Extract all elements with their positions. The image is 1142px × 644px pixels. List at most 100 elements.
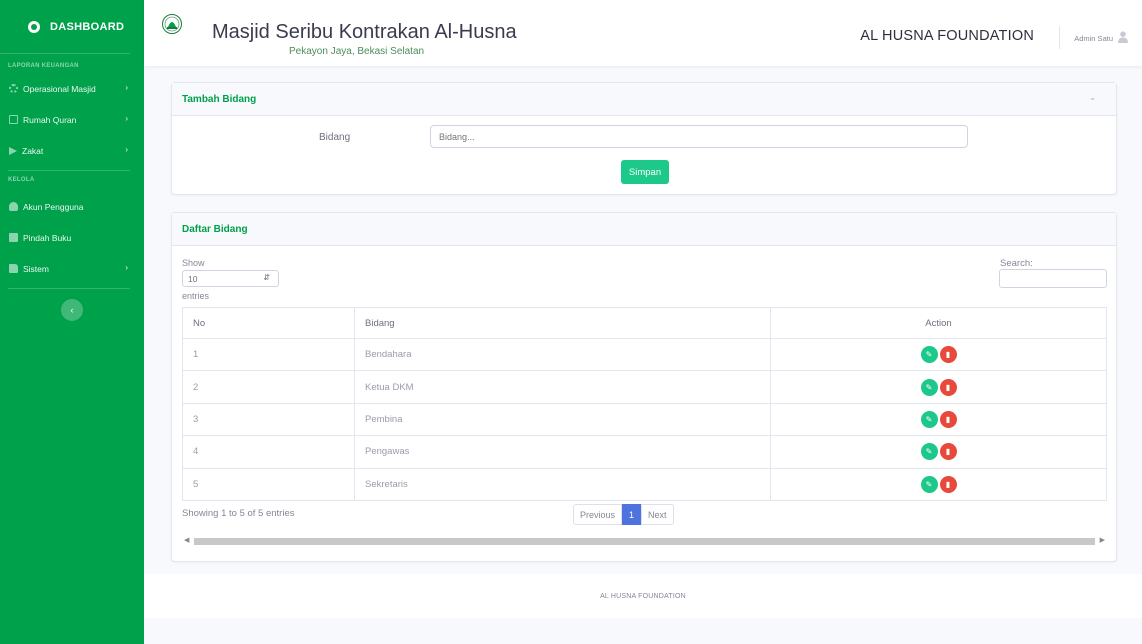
cell-bidang: Sekretaris [354,467,771,501]
column-header-bidang[interactable]: Bidang [354,307,771,339]
organization-name: AL HUSNA FOUNDATION [860,28,1034,44]
sidebar-item-label: Zakat [22,145,44,156]
cell-no: 2 [182,370,355,404]
table-row: 4 Pengawas ✎ ▮ [182,435,1107,469]
user-name[interactable]: Admin Satu [1074,34,1113,43]
sidebar-toggle-button[interactable]: ‹ [61,299,83,321]
table-row: 5 Sekretaris ✎ ▮ [182,467,1107,501]
gear-icon [9,84,18,93]
pagination-previous[interactable]: Previous [573,504,623,525]
card-title: Daftar Bidang [182,224,248,235]
sidebar-item-label: Akun Pengguna [23,201,84,212]
delete-button[interactable]: ▮ [939,475,957,493]
chevron-right-icon: › [125,263,128,272]
sidebar-divider [8,288,130,289]
pencil-icon: ✎ [925,382,933,392]
edit-button[interactable]: ✎ [920,443,938,461]
sidebar-divider [8,170,130,171]
cell-no: 5 [182,467,355,501]
table-row: 3 Pembina ✎ ▮ [182,402,1107,437]
dashboard-icon [28,20,40,33]
mosque-logo-icon [162,14,182,34]
bidang-input[interactable] [430,125,968,148]
page-title: Masjid Seribu Kontrakan Al-Husna [212,21,517,43]
trash-icon: ▮ [945,479,951,489]
delete-button[interactable]: ▮ [939,346,957,364]
footer: AL HUSNA FOUNDATION [144,574,1142,618]
sidebar-brand-label: DASHBOARD [50,20,125,33]
trash-icon: ▮ [945,382,951,392]
delete-button[interactable]: ▮ [939,378,957,396]
bidang-label: Bidang [319,132,351,143]
page-size-select[interactable]: 10 ⇵ [182,270,279,287]
chevron-right-icon: › [125,83,128,92]
delete-button[interactable]: ▮ [939,443,957,461]
user-avatar-icon[interactable] [1118,31,1128,43]
chevron-right-icon: › [125,145,128,154]
tambah-bidang-card: Tambah Bidang ⌄ Bidang Simpan [171,82,1117,195]
sidebar-item-pindah-buku[interactable]: Pindah Buku [0,222,144,253]
scroll-right-icon[interactable]: ▶ [1100,536,1105,544]
entries-label: entries [182,291,210,301]
sidebar-item-rumah-quran[interactable]: Rumah Quran › [0,104,144,135]
cell-no: 1 [182,337,355,372]
scrollbar-thumb[interactable] [194,538,1095,545]
page-subtitle: Pekayon Jaya, Bekasi Selatan [289,46,425,57]
cell-action: ✎ ▮ [770,467,1107,501]
edit-button[interactable]: ✎ [920,475,938,493]
sidebar-item-label: Rumah Quran [23,114,77,125]
page-size-value: 10 [188,274,198,284]
pagination-page-1[interactable]: 1 [622,504,642,525]
cell-bidang: Bendahara [354,337,771,372]
sidebar-item-sistem[interactable]: Sistem › [0,253,144,284]
select-arrow-icon: ⇵ [263,273,270,282]
sidebar-heading-kelola: KELOLA [8,177,35,183]
edit-button[interactable]: ✎ [920,410,938,428]
delete-button[interactable]: ▮ [939,410,957,428]
users-icon [9,202,18,211]
scroll-left-icon[interactable]: ◀ [184,536,189,544]
cell-no: 4 [182,435,355,469]
edit-button[interactable]: ✎ [920,378,938,396]
cell-no: 3 [182,402,355,437]
edit-button[interactable]: ✎ [920,346,938,364]
search-input[interactable] [999,269,1107,288]
pencil-icon: ✎ [925,350,933,360]
column-header-no[interactable]: No [182,307,355,339]
table-row: 2 Ketua DKM ✎ ▮ [182,370,1107,404]
pagination: Previous 1 Next [573,504,674,525]
sidebar-item-operasional-masjid[interactable]: Operasional Masjid › [0,73,144,104]
chevron-right-icon: › [125,114,128,123]
sidebar-item-akun-pengguna[interactable]: Akun Pengguna [0,191,144,222]
table-row: 1 Bendahara ✎ ▮ [182,337,1107,372]
card-title: Tambah Bidang [182,94,257,105]
pencil-icon: ✎ [925,479,933,489]
sidebar-brand[interactable]: DASHBOARD [0,0,130,54]
book-icon [9,115,18,124]
simpan-button[interactable]: Simpan [621,160,669,184]
cell-bidang: Pengawas [354,435,771,469]
sidebar-item-zakat[interactable]: Zakat › [0,135,144,166]
column-header-action: Action [770,307,1107,339]
paper-plane-icon [9,146,17,155]
cell-action: ✎ ▮ [770,337,1107,372]
sidebar-heading-laporan: LAPORAN KEUANGAN [8,63,79,69]
table-header-row: No Bidang Action [182,307,1107,339]
cell-action: ✎ ▮ [770,402,1107,437]
chevron-down-icon[interactable]: ⌄ [1089,93,1096,102]
horizontal-scrollbar[interactable]: ◀ ▶ [182,537,1107,546]
sidebar-item-label: Sistem [23,263,49,274]
search-label: Search: [1000,258,1033,269]
topbar-divider [1059,26,1060,49]
daftar-bidang-card: Daftar Bidang Show 10 ⇵ entries Search: … [171,212,1117,562]
show-label: Show [182,258,205,268]
sidebar: DASHBOARD LAPORAN KEUANGAN Operasional M… [0,0,144,644]
table-info: Showing 1 to 5 of 5 entries [182,508,295,519]
tambah-bidang-header[interactable]: Tambah Bidang ⌄ [172,83,1116,116]
pagination-next[interactable]: Next [641,504,674,525]
cell-action: ✎ ▮ [770,435,1107,469]
cell-bidang: Ketua DKM [354,370,771,404]
folder-icon [9,264,18,273]
topbar: Masjid Seribu Kontrakan Al-Husna Pekayon… [144,0,1142,66]
footer-text: AL HUSNA FOUNDATION [600,593,686,600]
